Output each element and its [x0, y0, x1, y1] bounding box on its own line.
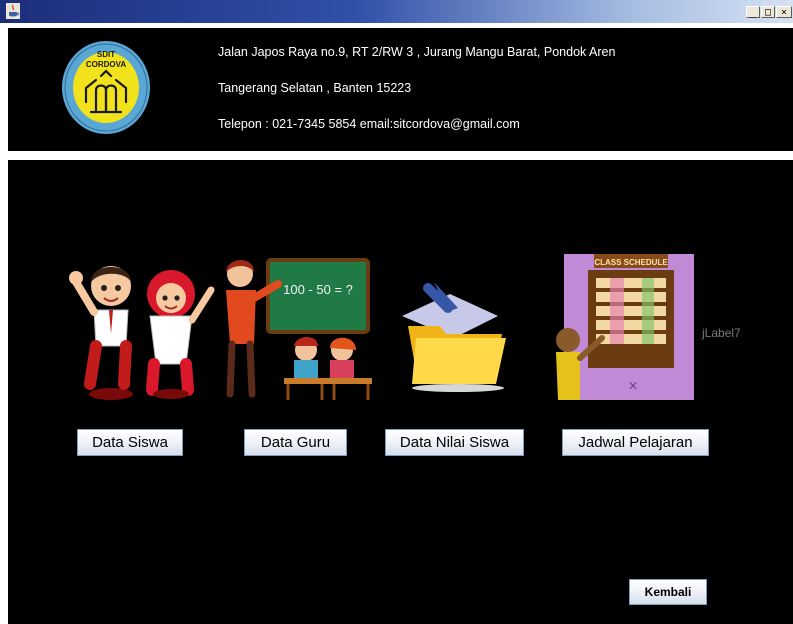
minimize-button[interactable]: _ — [746, 6, 760, 18]
schedule-illustration: CLASS SCHEDULE ✕ — [556, 254, 694, 400]
maximize-button[interactable]: □ — [761, 6, 775, 18]
logo-text-mid: CORDOVA — [86, 60, 127, 69]
address-line-1: Jalan Japos Raya no.9, RT 2/RW 3 , Juran… — [218, 45, 616, 59]
menu-panel: 100 - 50 = ? CLASS SCHEDULE ✕ jLabel7 Da… — [8, 160, 793, 624]
school-header: SDIT CORDOVA Jalan Japos Raya no.9, RT 2… — [8, 28, 793, 151]
jadwal-pelajaran-button[interactable]: Jadwal Pelajaran — [562, 429, 709, 456]
svg-text:✕: ✕ — [628, 379, 638, 393]
data-nilai-siswa-button[interactable]: Data Nilai Siswa — [385, 429, 524, 456]
address-line-2: Tangerang Selatan , Banten 15223 — [218, 81, 412, 95]
teacher-illustration: 100 - 50 = ? — [226, 258, 372, 400]
window-content: SDIT CORDOVA Jalan Japos Raya no.9, RT 2… — [0, 23, 793, 624]
schedule-title: CLASS SCHEDULE — [594, 258, 668, 267]
data-siswa-button[interactable]: Data Siswa — [77, 429, 183, 456]
school-logo: SDIT CORDOVA — [62, 41, 150, 134]
students-illustration — [69, 266, 215, 400]
title-bar: _ □ × — [0, 0, 793, 23]
chalkboard-text: 100 - 50 = ? — [283, 282, 353, 297]
java-icon — [6, 3, 20, 19]
close-button[interactable]: × — [776, 6, 792, 18]
placeholder-label: jLabel7 — [702, 326, 741, 340]
contact-line: Telepon : 021-7345 5854 email:sitcordova… — [218, 117, 520, 131]
kembali-button[interactable]: Kembali — [629, 579, 707, 605]
logo-text-top: SDIT — [97, 50, 115, 59]
data-guru-button[interactable]: Data Guru — [244, 429, 347, 456]
folder-icon — [402, 282, 506, 392]
